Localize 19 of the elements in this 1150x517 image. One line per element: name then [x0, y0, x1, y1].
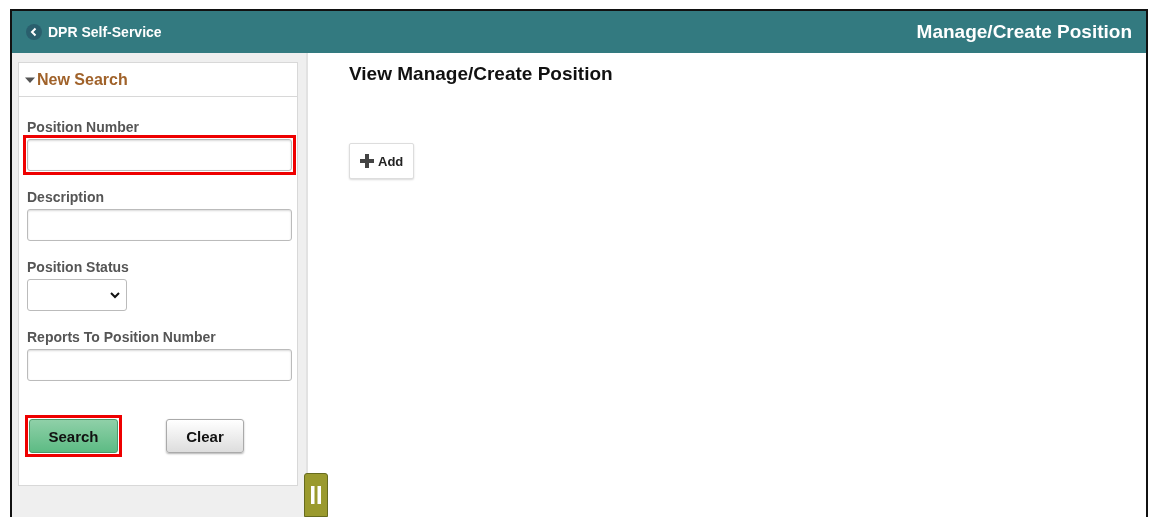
- back-icon: [26, 24, 42, 40]
- pause-icon: [311, 486, 321, 504]
- field-label: Description: [27, 189, 105, 205]
- field-label: Position Number: [27, 119, 140, 135]
- collapse-handle[interactable]: [304, 473, 328, 517]
- new-search-toggle[interactable]: New Search: [19, 63, 297, 97]
- section-heading: View Manage/Create Position: [349, 63, 614, 85]
- status-dropdown[interactable]: [27, 279, 127, 311]
- field-label: Position Status: [27, 259, 130, 275]
- text-field[interactable]: [27, 209, 292, 241]
- add-button[interactable]: Add: [349, 143, 415, 179]
- page-title: Manage/Create Position: [916, 21, 1132, 43]
- back-button[interactable]: DPR Self-Service: [26, 24, 162, 40]
- search-button[interactable]: Search: [29, 419, 118, 453]
- clear-button[interactable]: Clear: [166, 419, 244, 453]
- chevron-down-icon: [110, 291, 120, 299]
- text-field[interactable]: [27, 349, 292, 381]
- plus-icon: [360, 154, 374, 168]
- field-label: Reports To Position Number: [27, 329, 217, 345]
